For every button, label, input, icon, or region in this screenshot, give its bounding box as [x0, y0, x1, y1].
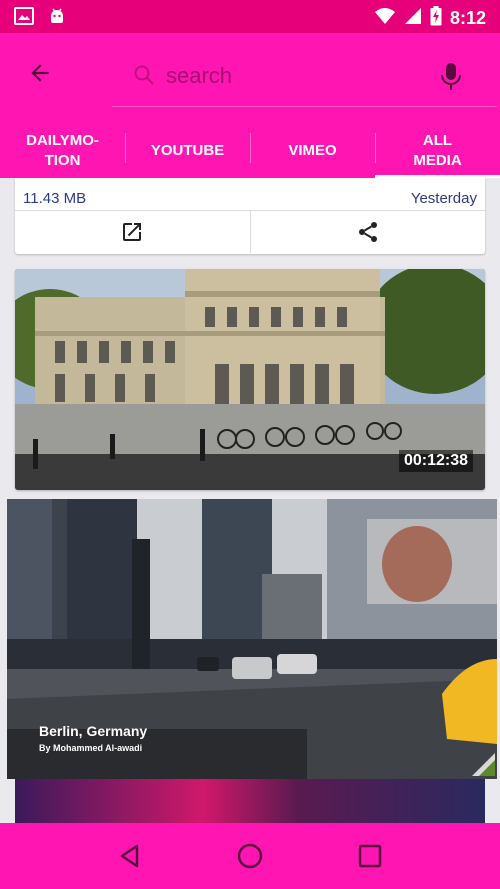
video-card[interactable]: 00:12:38 [15, 269, 485, 490]
status-time: 8:12 [449, 8, 486, 28]
wifi-icon [374, 7, 396, 30]
battery-charging-icon [430, 6, 442, 31]
back-button[interactable] [20, 53, 60, 93]
navigation-bar [0, 823, 500, 889]
microphone-icon [441, 63, 461, 90]
tab-dailymotion[interactable]: DAILYMO- TION [0, 123, 125, 178]
tab-youtube[interactable]: YOUTUBE [125, 123, 250, 178]
search-icon [134, 65, 154, 85]
video-duration: 00:12:38 [398, 450, 473, 472]
nav-back-button[interactable] [110, 836, 150, 876]
search-input[interactable] [166, 59, 416, 93]
signal-icon [404, 7, 422, 30]
circle-home-icon [237, 843, 263, 869]
status-bar: 8:12 [0, 0, 500, 33]
floating-video-player[interactable]: Berlin, Germany By Mohammed Al-awadi [7, 499, 497, 779]
square-recents-icon [358, 844, 382, 868]
open-external-button[interactable] [15, 211, 250, 253]
share-button[interactable] [249, 211, 486, 253]
video-title: Berlin, Germany [39, 723, 148, 739]
media-card: 11.43 MB Yesterday [15, 178, 485, 254]
arrow-back-icon [31, 64, 49, 82]
tab-label: DAILYMO- TION [26, 131, 99, 169]
gallery-icon [14, 7, 34, 30]
tab-label: VIMEO [288, 141, 337, 159]
file-size: 11.43 MB [23, 190, 87, 207]
share-icon [358, 222, 377, 242]
media-list[interactable]: 11.43 MB Yesterday 00:12:38 Berlin, Germ… [0, 178, 500, 823]
android-icon [48, 7, 66, 30]
tab-label: YOUTUBE [150, 141, 225, 159]
nav-recents-button[interactable] [350, 836, 390, 876]
source-tabs: DAILYMO- TION YOUTUBE VIMEO ALL MEDIA [0, 123, 500, 178]
video-author: By Mohammed Al-awadi [39, 743, 143, 753]
nav-home-button[interactable] [230, 836, 270, 876]
media-date: Yesterday [410, 190, 477, 207]
triangle-back-icon [120, 844, 139, 868]
tab-all-media[interactable]: ALL MEDIA [375, 123, 500, 178]
tab-vimeo[interactable]: VIMEO [250, 123, 375, 178]
voice-search-button[interactable] [434, 57, 468, 97]
search-bar [112, 51, 497, 107]
video-card-partial[interactable] [15, 779, 485, 823]
app-bar: DAILYMO- TION YOUTUBE VIMEO ALL MEDIA [0, 33, 500, 178]
open-in-new-icon [123, 223, 142, 241]
tab-label: ALL MEDIA [413, 131, 462, 169]
